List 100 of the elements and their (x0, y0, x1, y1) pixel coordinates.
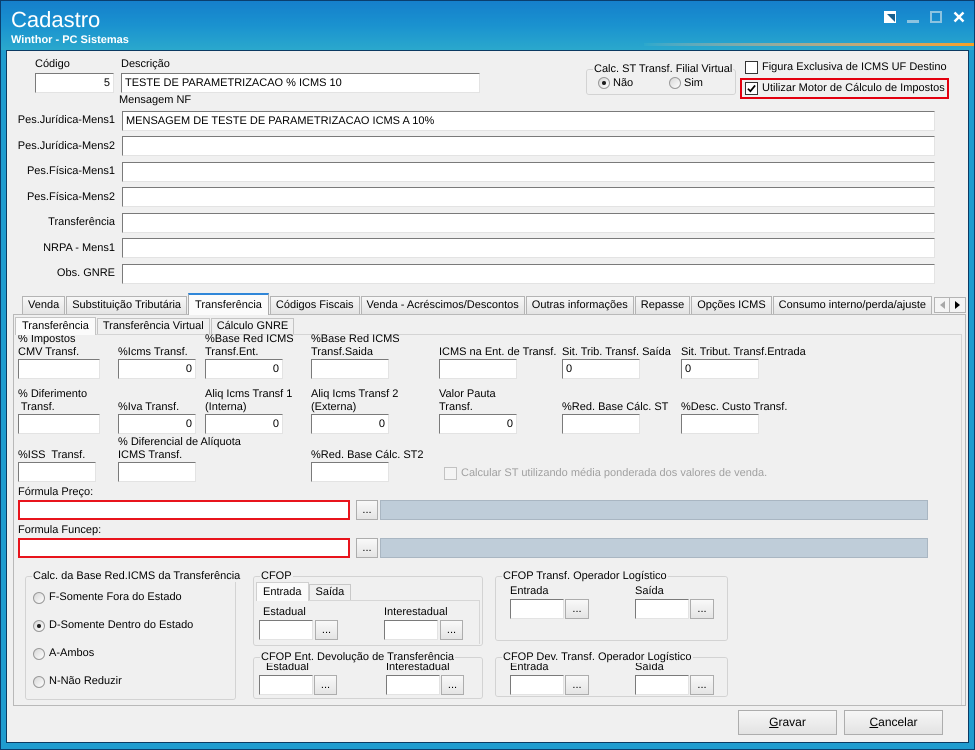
group-title: CFOP Dev. Transf. Operador Logístico (502, 650, 693, 662)
checkbox[interactable] (745, 82, 758, 95)
tab[interactable]: Venda - Acréscimos/Descontos (360, 296, 525, 314)
text-input[interactable] (122, 136, 935, 156)
field-label: %ISS Transf. (18, 448, 86, 462)
group-title: CFOP (260, 570, 293, 582)
tab[interactable]: Consumo interno/perda/ajuste (772, 296, 932, 314)
section-label: Mensagem NF (119, 94, 192, 106)
field-label: Pes.Jurídica-Mens2 (18, 140, 115, 152)
text-input[interactable] (635, 674, 689, 694)
text-input[interactable] (18, 358, 100, 378)
field-label: Entrada (510, 584, 549, 598)
field-label: % Diferimento Transf. (18, 388, 88, 414)
text-input[interactable] (510, 598, 564, 618)
field-label: %Red. Base Cálc. ST2 (311, 448, 424, 462)
text-input[interactable] (18, 538, 350, 558)
text-input[interactable]: 0 (562, 358, 640, 378)
field-label: Código (35, 57, 71, 72)
radio-button[interactable] (33, 676, 45, 688)
dialog-button[interactable]: Gravar (738, 710, 837, 734)
text-input[interactable] (311, 462, 389, 482)
radio-button[interactable] (33, 648, 45, 660)
field-label: Obs. GNRE (56, 267, 115, 280)
text-input[interactable]: 0 (205, 358, 283, 378)
field-label: Descrição (121, 57, 171, 72)
lookup-button[interactable]: ... (690, 674, 714, 694)
field-label: Interestadual (386, 660, 450, 674)
tab[interactable]: Repasse (634, 296, 690, 314)
lookup-button[interactable]: ... (690, 598, 714, 618)
field-label: Fórmula Preço: (18, 486, 94, 498)
tab[interactable]: Transferência (15, 316, 96, 334)
text-input[interactable] (122, 264, 935, 284)
text-input[interactable] (122, 212, 935, 232)
radio-button[interactable] (33, 592, 45, 604)
text-input[interactable] (118, 462, 196, 482)
lookup-button[interactable]: ... (441, 674, 464, 694)
checkbox-label: Calcular ST utilizando média ponderada dos valores de venda. (461, 467, 768, 480)
window-title: Cadastro (11, 7, 102, 33)
tab[interactable]: Transferência (188, 292, 269, 314)
text-input[interactable]: 0 (439, 414, 517, 434)
radio-label: F-Somente Fora do Estado (49, 591, 182, 604)
tab[interactable]: Entrada (256, 582, 309, 600)
radio-button[interactable] (669, 77, 681, 89)
radio-label: N-Não Reduzir (49, 675, 122, 688)
text-input[interactable] (122, 238, 935, 258)
checkmark-icon (747, 84, 756, 93)
lookup-button[interactable]: ... (565, 674, 589, 694)
lookup-button[interactable]: ... (314, 674, 337, 694)
field-label: Formula Funcep: (18, 524, 102, 536)
text-input[interactable] (681, 414, 759, 434)
field-label: Saída (635, 584, 664, 598)
radio-label: A-Ambos (49, 647, 94, 660)
text-input[interactable] (562, 414, 640, 434)
tab[interactable]: Venda (22, 296, 66, 314)
text-input[interactable]: 0 (118, 358, 196, 378)
radio-label: Sim (684, 76, 703, 90)
text-input[interactable] (386, 674, 440, 694)
text-input[interactable]: MENSAGEM DE TESTE DE PARAMETRIZACAO ICMS A 10% (122, 110, 935, 130)
text-input[interactable] (635, 598, 689, 618)
field-label: Aliq Icms Transf 2 (Externa) (311, 388, 398, 414)
lookup-button[interactable]: ... (356, 538, 378, 558)
checkbox[interactable] (745, 61, 758, 74)
text-input[interactable] (384, 620, 438, 640)
app-name: Winthor - PC Sistemas (11, 34, 129, 47)
text-input[interactable] (122, 162, 935, 182)
text-input[interactable] (259, 674, 313, 694)
text-input[interactable] (311, 358, 389, 378)
text-input[interactable] (259, 620, 313, 640)
lookup-button[interactable]: ... (315, 620, 338, 640)
group-title: CFOP Ent. Devolução de Transferência (260, 650, 456, 662)
tab[interactable]: Outras informações (526, 296, 634, 314)
radio-button[interactable] (33, 620, 45, 632)
radio-button[interactable] (598, 77, 610, 89)
text-input[interactable]: TESTE DE PARAMETRIZACAO % ICMS 10 (121, 73, 480, 93)
text-input[interactable] (122, 187, 935, 207)
text-input[interactable]: 0 (205, 414, 283, 434)
text-input[interactable] (510, 674, 564, 694)
field-label: Pes.Física-Mens2 (26, 190, 115, 203)
text-input[interactable]: 5 (35, 73, 114, 93)
text-input[interactable] (439, 358, 517, 378)
tab[interactable]: Códigos Fiscais (270, 296, 360, 314)
field-label: Aliq Icms Transf 1 (Interna) (205, 388, 292, 414)
text-input[interactable]: 0 (311, 414, 389, 434)
text-input[interactable]: 0 (118, 414, 196, 434)
text-input[interactable] (18, 500, 350, 520)
text-input[interactable] (18, 462, 96, 482)
lookup-button[interactable]: ... (565, 598, 589, 618)
lookup-button[interactable]: ... (440, 620, 463, 640)
text-input[interactable] (18, 414, 100, 434)
field-label: Pes.Jurídica-Mens1 (18, 114, 115, 126)
dialog-button[interactable]: Cancelar (844, 710, 943, 734)
tab[interactable]: Opções ICMS (691, 296, 772, 314)
tab[interactable]: Transferência Virtual (96, 318, 210, 334)
tab-scroll-right-button[interactable] (950, 296, 966, 312)
text-input[interactable]: 0 (681, 358, 759, 378)
tab[interactable]: Substituição Tributária (66, 296, 188, 314)
lookup-button[interactable]: ... (356, 500, 378, 520)
tab[interactable]: Cálculo GNRE (210, 318, 294, 334)
tab[interactable]: Saída (308, 584, 352, 600)
radio-label: D-Somente Dentro do Estado (49, 619, 194, 632)
